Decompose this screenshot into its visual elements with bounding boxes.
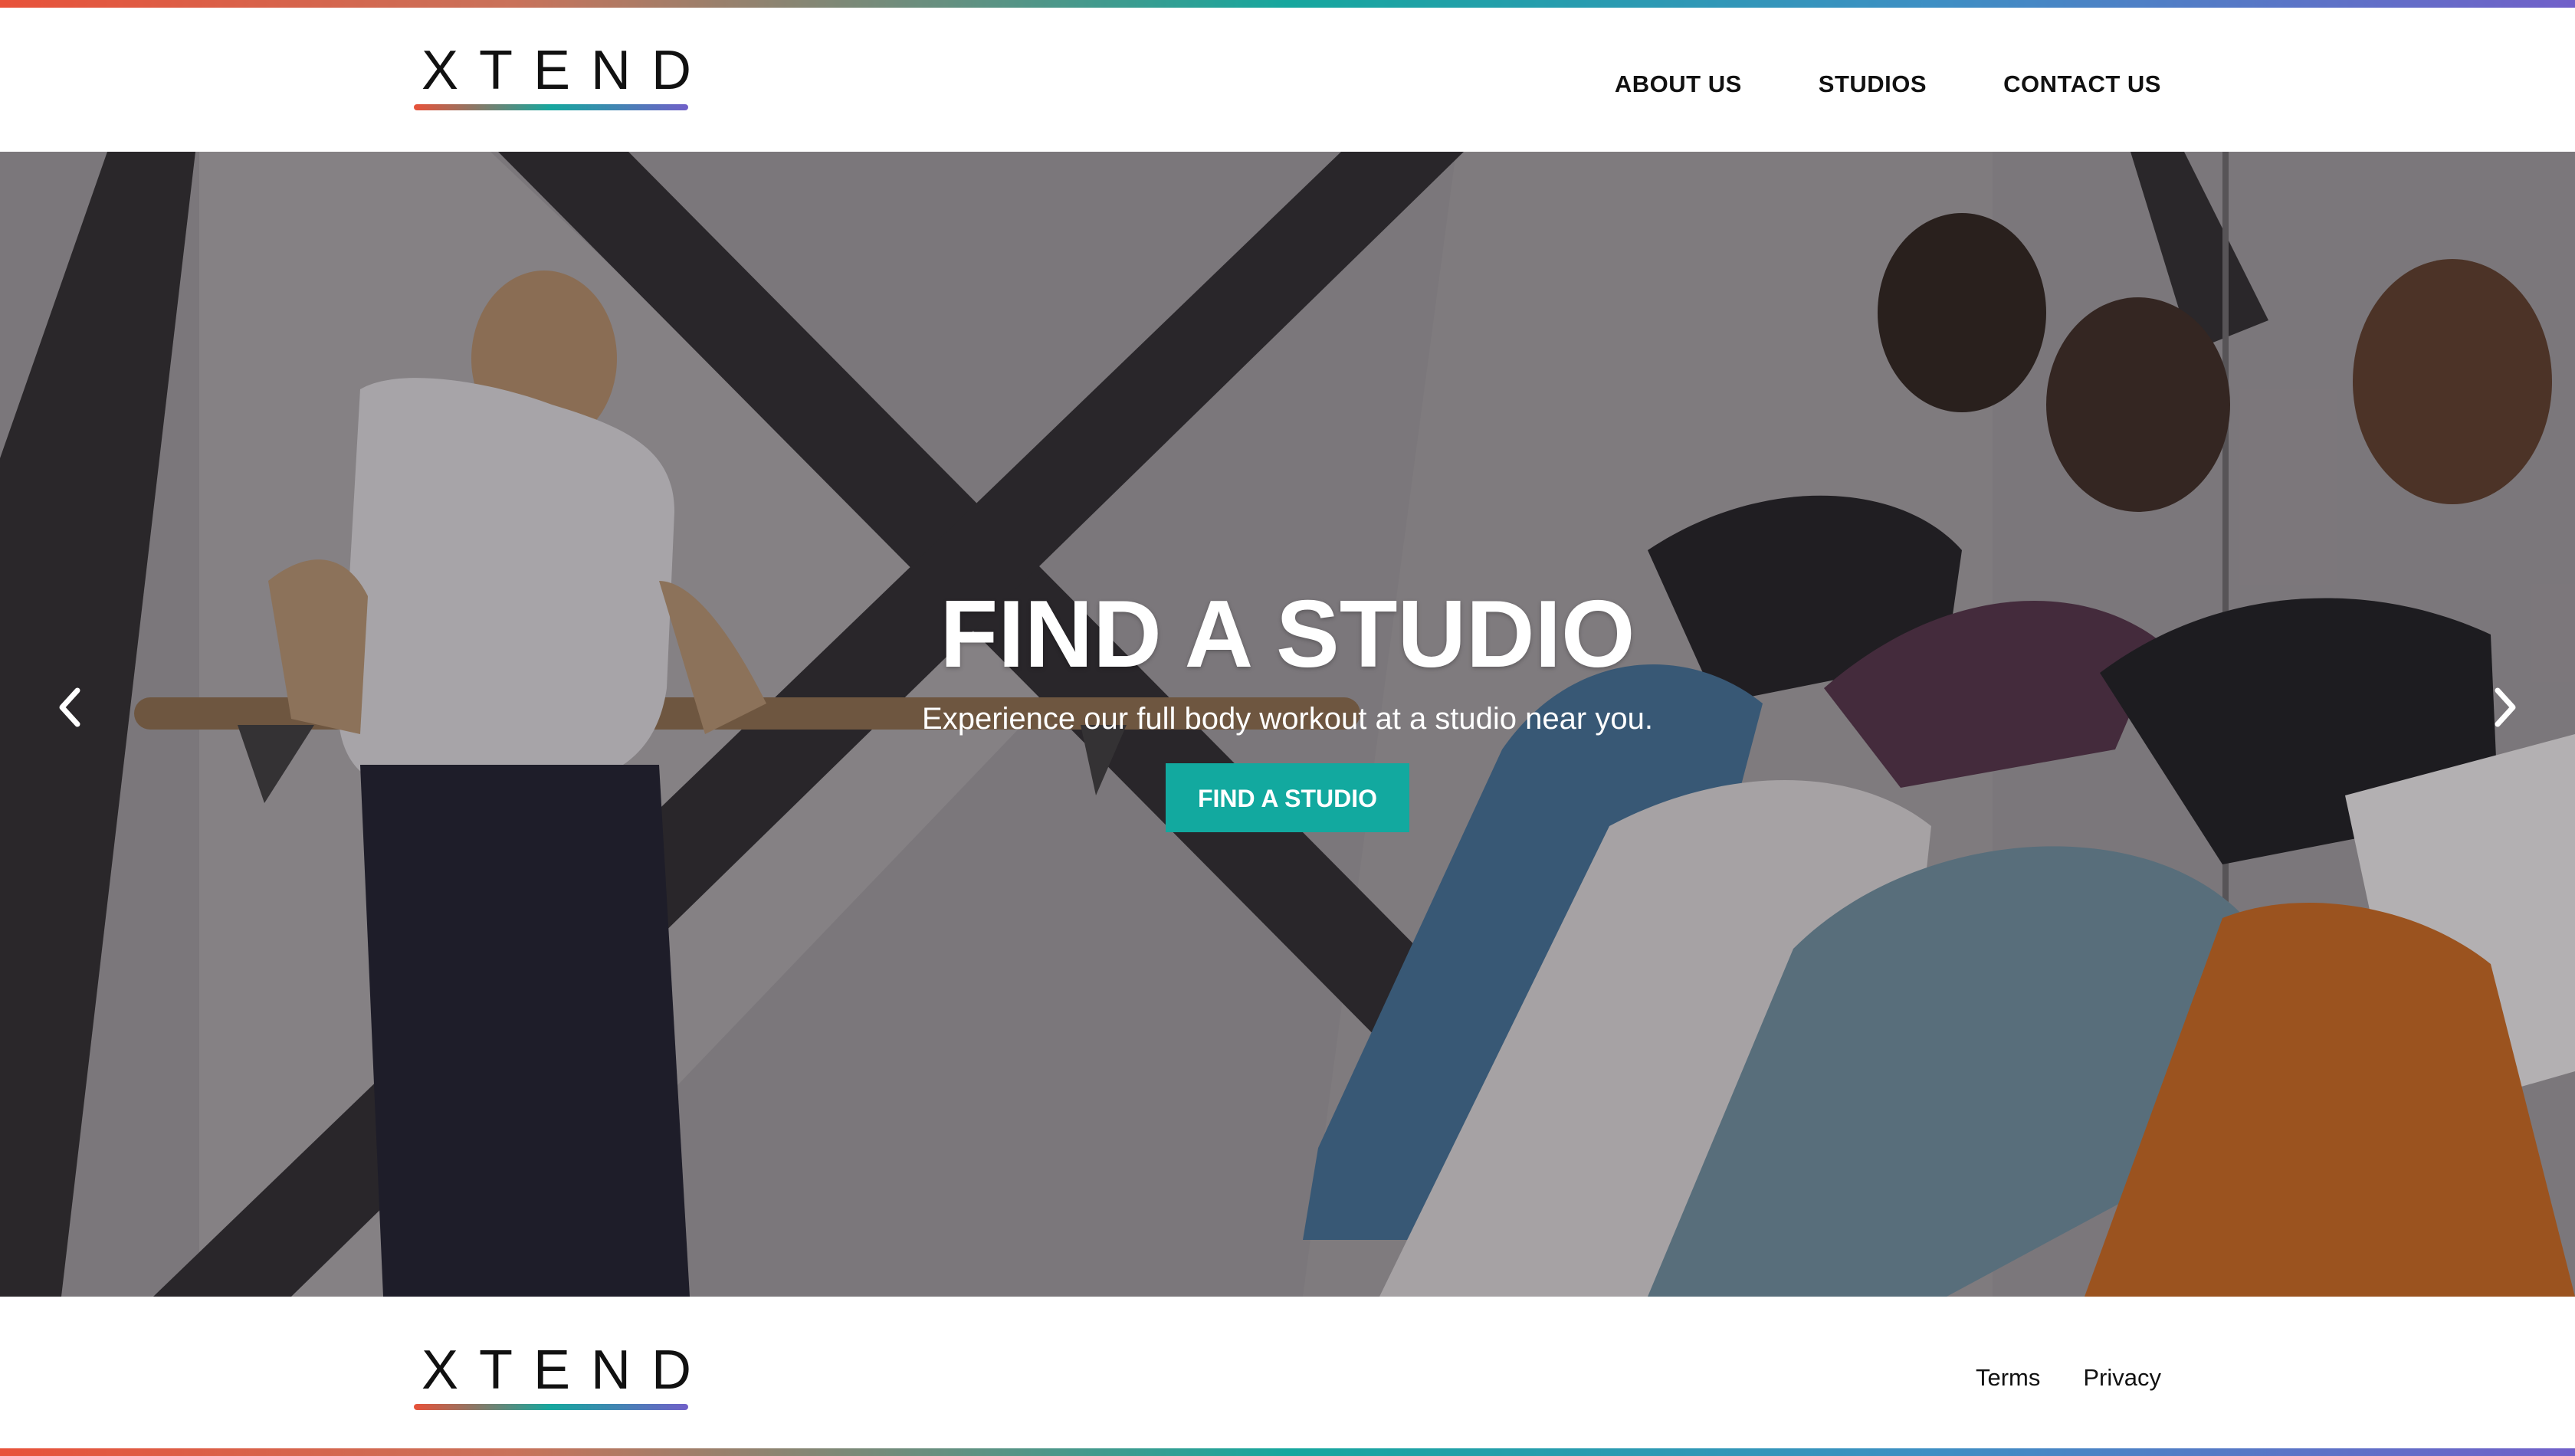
footer-link-terms[interactable]: Terms xyxy=(1976,1364,2040,1392)
nav-studios[interactable]: STUDIOS xyxy=(1819,71,1927,98)
header-logo[interactable]: XTEND xyxy=(414,40,713,118)
footer-link-privacy[interactable]: Privacy xyxy=(2083,1364,2161,1392)
main-nav: ABOUT US STUDIOS CONTACT US xyxy=(1615,61,2161,107)
hero-title: FIND A STUDIO xyxy=(940,582,1635,687)
nav-about-us[interactable]: ABOUT US xyxy=(1615,71,1742,98)
top-gradient-bar xyxy=(0,0,2575,8)
hero-slider: FIND A STUDIO Experience our full body w… xyxy=(0,152,2575,1297)
logo-underline xyxy=(414,104,688,110)
hero-content: FIND A STUDIO Experience our full body w… xyxy=(0,581,2575,832)
footer-logo[interactable]: XTEND xyxy=(414,1340,713,1418)
site-footer: XTEND Terms Privacy xyxy=(0,1297,2575,1448)
logo-text: XTEND xyxy=(422,1340,713,1401)
logo-text: XTEND xyxy=(422,40,713,101)
find-a-studio-button[interactable]: FIND A STUDIO xyxy=(1166,763,1409,832)
bottom-gradient-bar xyxy=(0,1448,2575,1456)
nav-contact-us[interactable]: CONTACT US xyxy=(2003,71,2161,98)
footer-links: Terms Privacy xyxy=(1976,1364,2161,1392)
logo-underline xyxy=(414,1404,688,1410)
site-header: XTEND ABOUT US STUDIOS CONTACT US xyxy=(0,8,2575,152)
hero-subtitle: Experience our full body workout at a st… xyxy=(922,702,1653,736)
